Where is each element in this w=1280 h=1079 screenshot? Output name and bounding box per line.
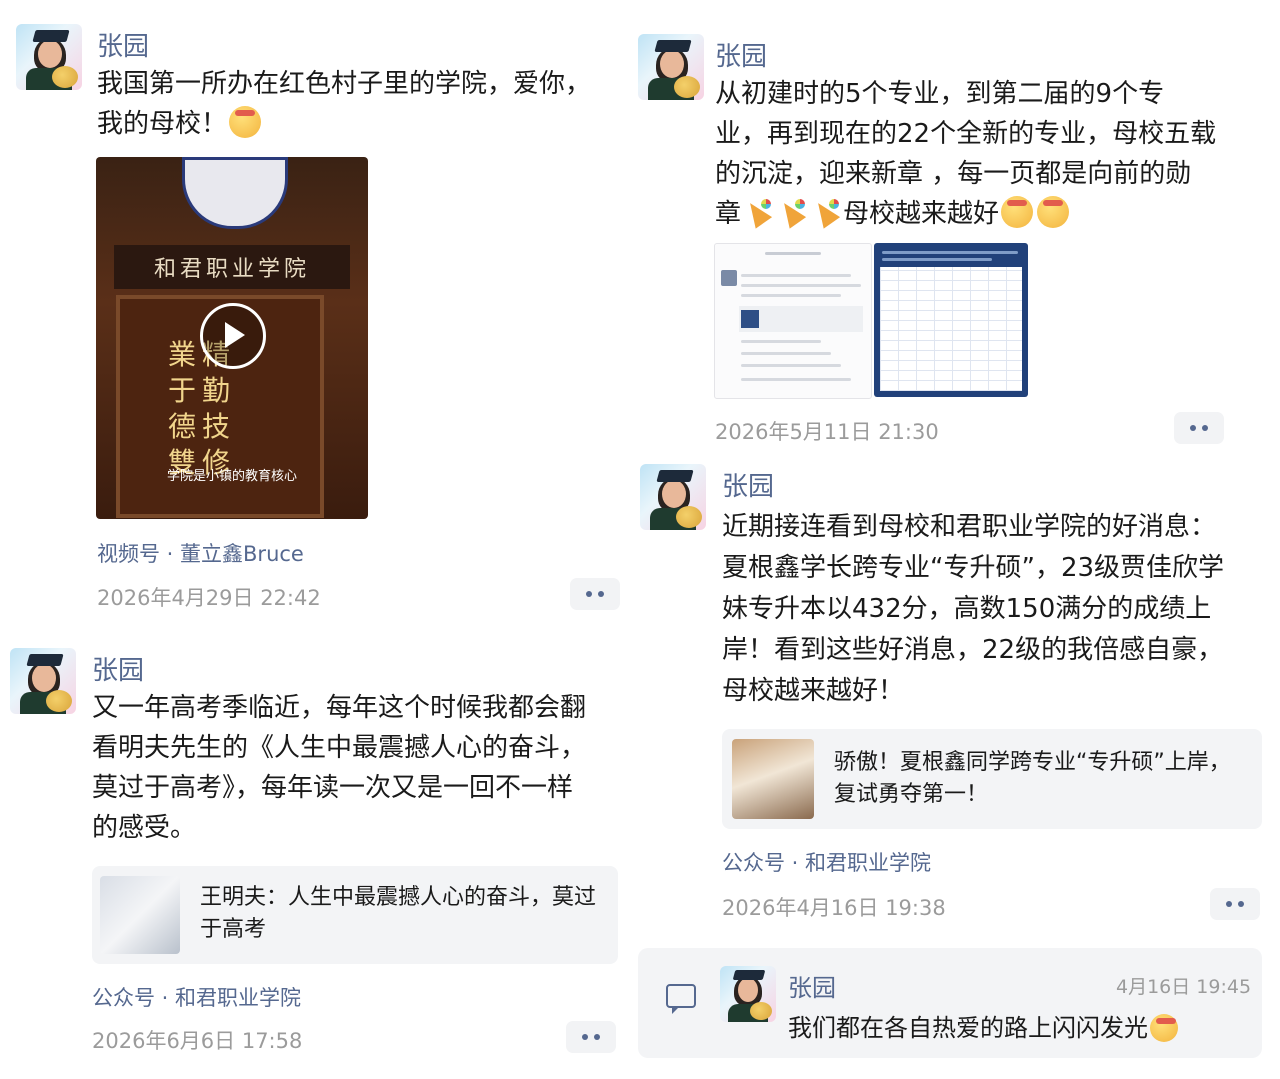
image-thumbnail-1[interactable] [714, 243, 872, 399]
video-thumbnail[interactable]: 和君职业学院 業精于勤 德技雙修 学院是小镇的教育核心 [96, 157, 368, 519]
avatar[interactable] [16, 24, 82, 90]
party-emoji [811, 197, 841, 227]
article-title: 骄傲！夏根鑫同学跨专业“专升硕”上岸， 复试勇夺第一！ [834, 747, 1254, 811]
article-title-line: 骄傲！夏根鑫同学跨专业“专升硕”上岸， [834, 750, 1231, 775]
article-title: 王明夫：人生中最震撼人心的奋斗，莫过 于高考 [200, 882, 610, 946]
post-text: 又一年高考季临近，每年这个时候我都会翻 看明夫先生的《人生中最震撼人心的奋斗， … [92, 688, 622, 848]
post-text-line: 母校越来越好 [843, 199, 1000, 229]
post-text-line: 我国第一所办在红色村子里的学院，爱你， [97, 69, 592, 99]
salute-emoji [1150, 1014, 1178, 1042]
post-text-line: 又一年高考季临近，每年这个时候我都会翻 [92, 693, 587, 723]
avatar[interactable] [720, 966, 776, 1022]
more-icon[interactable] [1174, 412, 1224, 444]
article-title-line: 王明夫：人生中最震撼人心的奋斗，莫过 [200, 885, 597, 910]
salute-emoji [229, 106, 262, 138]
post-text-line: 业，再到现在的22个全新的专业，母校五载 [715, 119, 1217, 149]
article-link-card[interactable]: 骄傲！夏根鑫同学跨专业“专升硕”上岸， 复试勇夺第一！ [722, 729, 1262, 829]
post-text-line: 章 [715, 199, 742, 229]
avatar[interactable] [10, 648, 76, 714]
school-seal-icon [182, 157, 288, 229]
post-text: 我国第一所办在红色村子里的学院，爱你， 我的母校！ [97, 64, 617, 144]
post-text-line: 莫过于高考》，每年读一次又是一回不一样 [92, 773, 574, 803]
comment-time: 4月16日 19:45 [1116, 976, 1252, 998]
article-title-line: 复试勇夺第一！ [834, 782, 989, 807]
post-text: 从初建时的5个专业，到第二届的9个专 业，再到现在的22个全新的专业，母校五载 … [715, 74, 1255, 234]
play-icon[interactable] [200, 303, 266, 369]
post-text-line: 母校越来越好！ [722, 676, 905, 706]
comment-icon [666, 984, 696, 1014]
article-link-card[interactable]: 王明夫：人生中最震撼人心的奋斗，莫过 于高考 [92, 866, 618, 964]
comment-text: 我们都在各自热爱的路上闪闪发光 [788, 1008, 1180, 1043]
more-icon[interactable] [566, 1021, 616, 1053]
salute-emoji [1001, 196, 1034, 228]
party-emoji [743, 197, 773, 227]
comment-section: 张园 4月16日 19:45 我们都在各自热爱的路上闪闪发光 [638, 948, 1262, 1058]
comment-author[interactable]: 张园 [788, 968, 836, 1003]
post-source[interactable]: 公众号 · 和君职业学院 [722, 847, 931, 877]
avatar[interactable] [638, 34, 704, 100]
post-text-line: 看明夫先生的《人生中最震撼人心的奋斗， [92, 733, 587, 763]
author-name[interactable]: 张园 [92, 650, 144, 687]
author-name[interactable]: 张园 [97, 26, 149, 63]
article-thumbnail [100, 876, 180, 954]
article-thumbnail [732, 739, 814, 819]
avatar[interactable] [640, 464, 706, 530]
post-text-line: 从初建时的5个专业，到第二届的9个专 [715, 79, 1165, 109]
post-time: 2026年6月6日 17:58 [92, 1029, 303, 1053]
party-emoji [777, 197, 807, 227]
post-source[interactable]: 视频号 · 董立鑫Bruce [97, 538, 304, 568]
comment-text-body: 我们都在各自热爱的路上闪闪发光 [788, 1014, 1148, 1042]
article-title-line: 于高考 [200, 917, 267, 942]
post-text-line: 我的母校！ [97, 109, 228, 139]
author-name[interactable]: 张园 [715, 36, 767, 73]
image-thumbnail-2[interactable] [874, 243, 1028, 397]
post-text-line: 妹专升本以432分，高数150满分的成绩上 [722, 594, 1212, 624]
post-time: 2026年4月29日 22:42 [97, 586, 321, 610]
more-icon[interactable] [570, 578, 620, 610]
post-source[interactable]: 公众号 · 和君职业学院 [92, 982, 301, 1012]
more-icon[interactable] [1210, 888, 1260, 920]
post-text-line: 的沉淀，迎来新章 ，每一页都是向前的勋 [715, 159, 1192, 189]
post-text: 近期接连看到母校和君职业学院的好消息： 夏根鑫学长跨专业“专升硕”，23级贾佳欣… [722, 507, 1272, 712]
salute-emoji [1037, 196, 1070, 228]
post-text-line: 岸！看到这些好消息，22级的我倍感自豪， [722, 635, 1224, 665]
post-text-line: 的感受。 [92, 813, 197, 843]
post-time: 2026年5月11日 21:30 [715, 420, 939, 444]
post-time: 2026年4月16日 19:38 [722, 896, 946, 920]
post-text-line: 夏根鑫学长跨专业“专升硕”，23级贾佳欣学 [722, 553, 1225, 583]
video-caption: 学院是小镇的教育核心 [166, 469, 297, 484]
author-name[interactable]: 张园 [722, 466, 774, 503]
video-sign-text: 和君职业学院 [114, 245, 350, 289]
post-text-line: 近期接连看到母校和君职业学院的好消息： [722, 512, 1217, 542]
